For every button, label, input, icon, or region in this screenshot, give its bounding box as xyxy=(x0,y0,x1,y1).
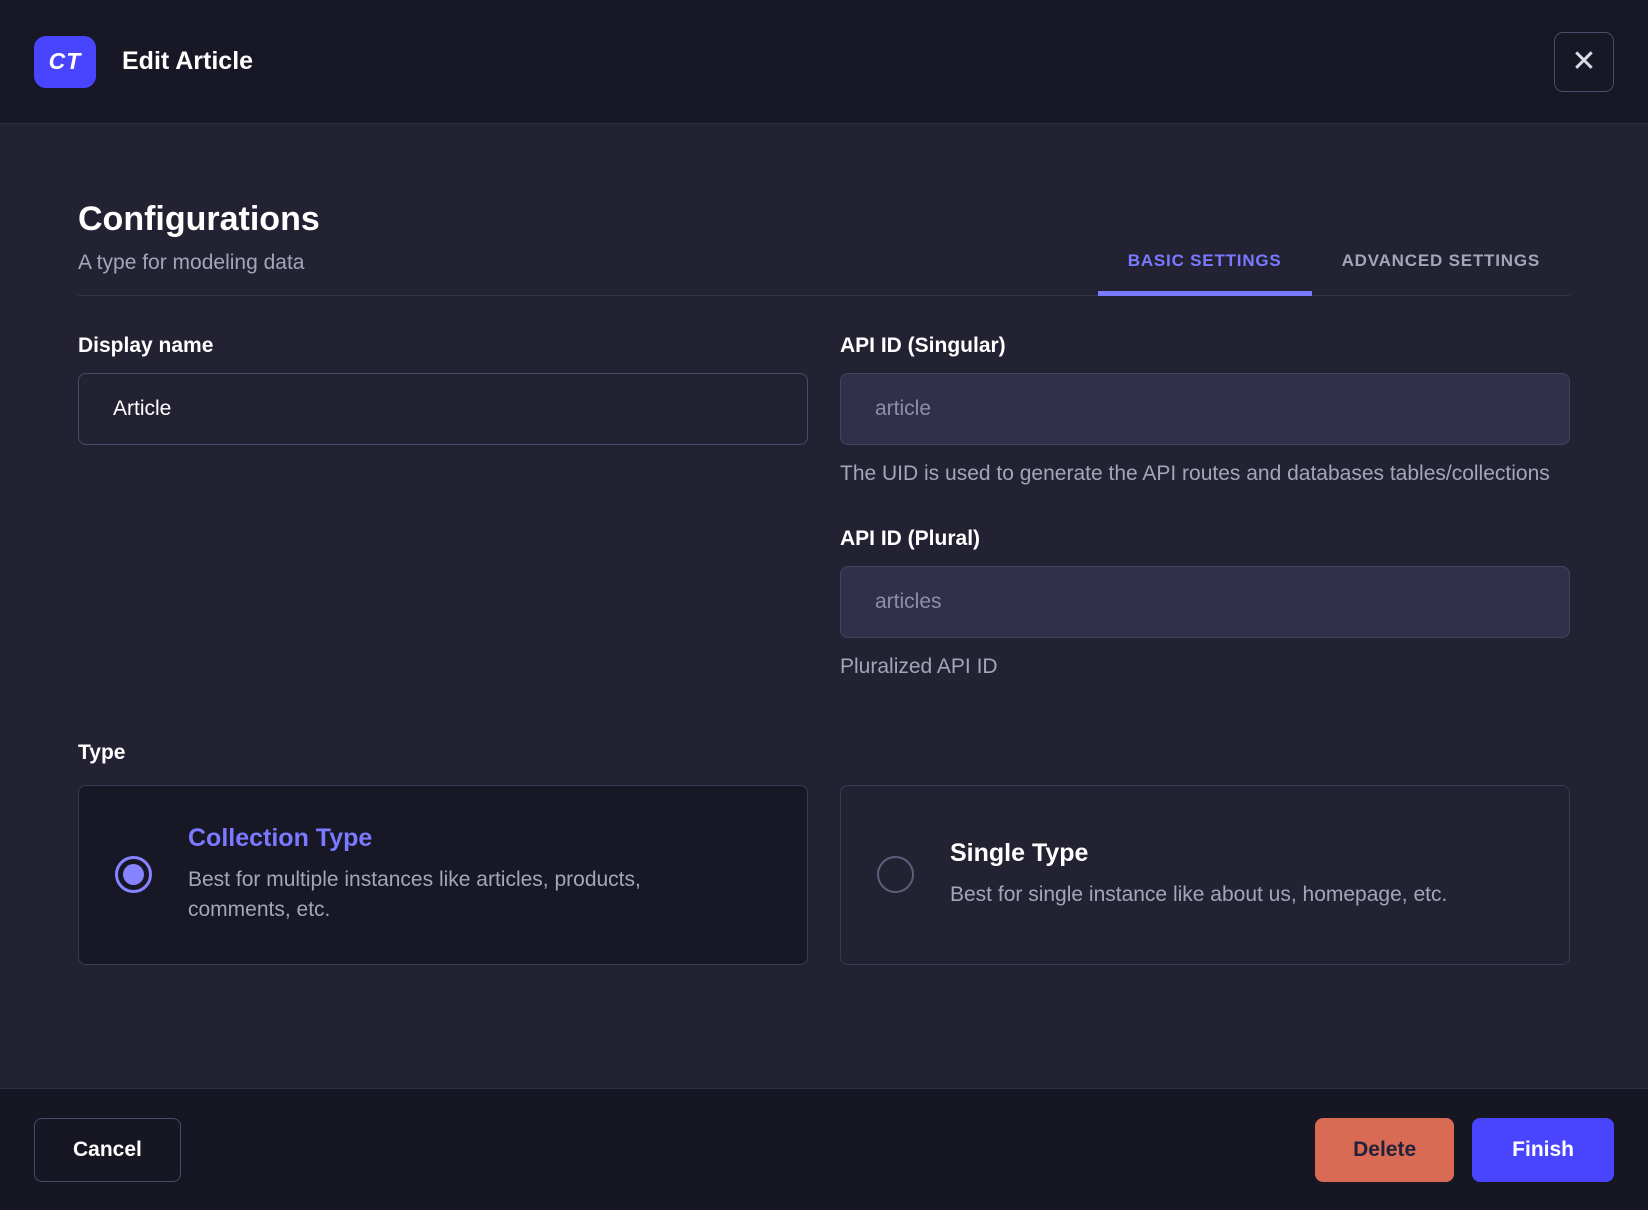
modal-footer: Cancel Delete Finish xyxy=(0,1088,1648,1210)
display-name-input[interactable] xyxy=(78,373,808,445)
display-name-group: Display name xyxy=(78,334,808,445)
api-id-plural-helper: Pluralized API ID xyxy=(840,655,998,679)
page-subtitle: A type for modeling data xyxy=(78,251,305,274)
collection-type-title: Collection Type xyxy=(188,823,373,852)
api-id-singular-group: API ID (Singular) The UID is used to gen… xyxy=(840,334,1570,489)
close-icon: ✕ xyxy=(1571,44,1597,78)
collection-type-description: Best for multiple instances like article… xyxy=(188,867,641,922)
settings-tabs: BASIC SETTINGS ADVANCED SETTINGS xyxy=(1097,251,1570,296)
edit-content-type-modal: CT Edit Article ✕ Configurations A type … xyxy=(0,0,1648,1210)
delete-button[interactable]: Delete xyxy=(1315,1117,1455,1182)
cancel-button[interactable]: Cancel xyxy=(34,1117,181,1182)
radio-unselected-icon[interactable] xyxy=(877,856,914,894)
modal-header: CT Edit Article ✕ xyxy=(0,0,1648,124)
api-id-plural-input xyxy=(840,566,1570,639)
single-type-text: Single Type Best for single instance lik… xyxy=(950,839,1447,910)
collection-type-text: Collection Type Best for multiple instan… xyxy=(188,824,748,926)
configurations-title-block: Configurations A type for modeling data xyxy=(78,200,320,295)
tab-advanced-settings[interactable]: ADVANCED SETTINGS xyxy=(1312,251,1570,295)
radio-selected-icon[interactable] xyxy=(115,856,152,894)
display-name-label: Display name xyxy=(78,334,214,357)
type-options: Collection Type Best for multiple instan… xyxy=(78,784,1570,965)
fields-grid: Display name API ID (Singular) The UID i… xyxy=(78,334,1570,683)
modal-title: Edit Article xyxy=(122,47,254,75)
modal-content: Configurations A type for modeling data … xyxy=(0,124,1648,1088)
page-title: Configurations xyxy=(78,200,320,238)
type-section-label: Type xyxy=(78,740,126,764)
api-id-singular-helper: The UID is used to generate the API rout… xyxy=(840,462,1550,485)
api-id-plural-group: API ID (Plural) Pluralized API ID xyxy=(840,527,1570,682)
tab-basic-settings[interactable]: BASIC SETTINGS xyxy=(1097,251,1312,296)
api-id-column: API ID (Singular) The UID is used to gen… xyxy=(840,334,1570,683)
configurations-header: Configurations A type for modeling data … xyxy=(78,200,1570,296)
option-single-type[interactable]: Single Type Best for single instance lik… xyxy=(840,784,1570,965)
single-type-description: Best for single instance like about us, … xyxy=(950,883,1448,907)
api-id-plural-label: API ID (Plural) xyxy=(840,527,981,551)
api-id-singular-label: API ID (Singular) xyxy=(840,334,1006,357)
finish-button[interactable]: Finish xyxy=(1472,1117,1614,1182)
api-id-singular-input xyxy=(840,373,1570,445)
content-type-badge-icon: CT xyxy=(34,35,96,88)
option-collection-type[interactable]: Collection Type Best for multiple instan… xyxy=(78,784,808,965)
single-type-title: Single Type xyxy=(950,839,1089,868)
close-button[interactable]: ✕ xyxy=(1554,31,1614,92)
